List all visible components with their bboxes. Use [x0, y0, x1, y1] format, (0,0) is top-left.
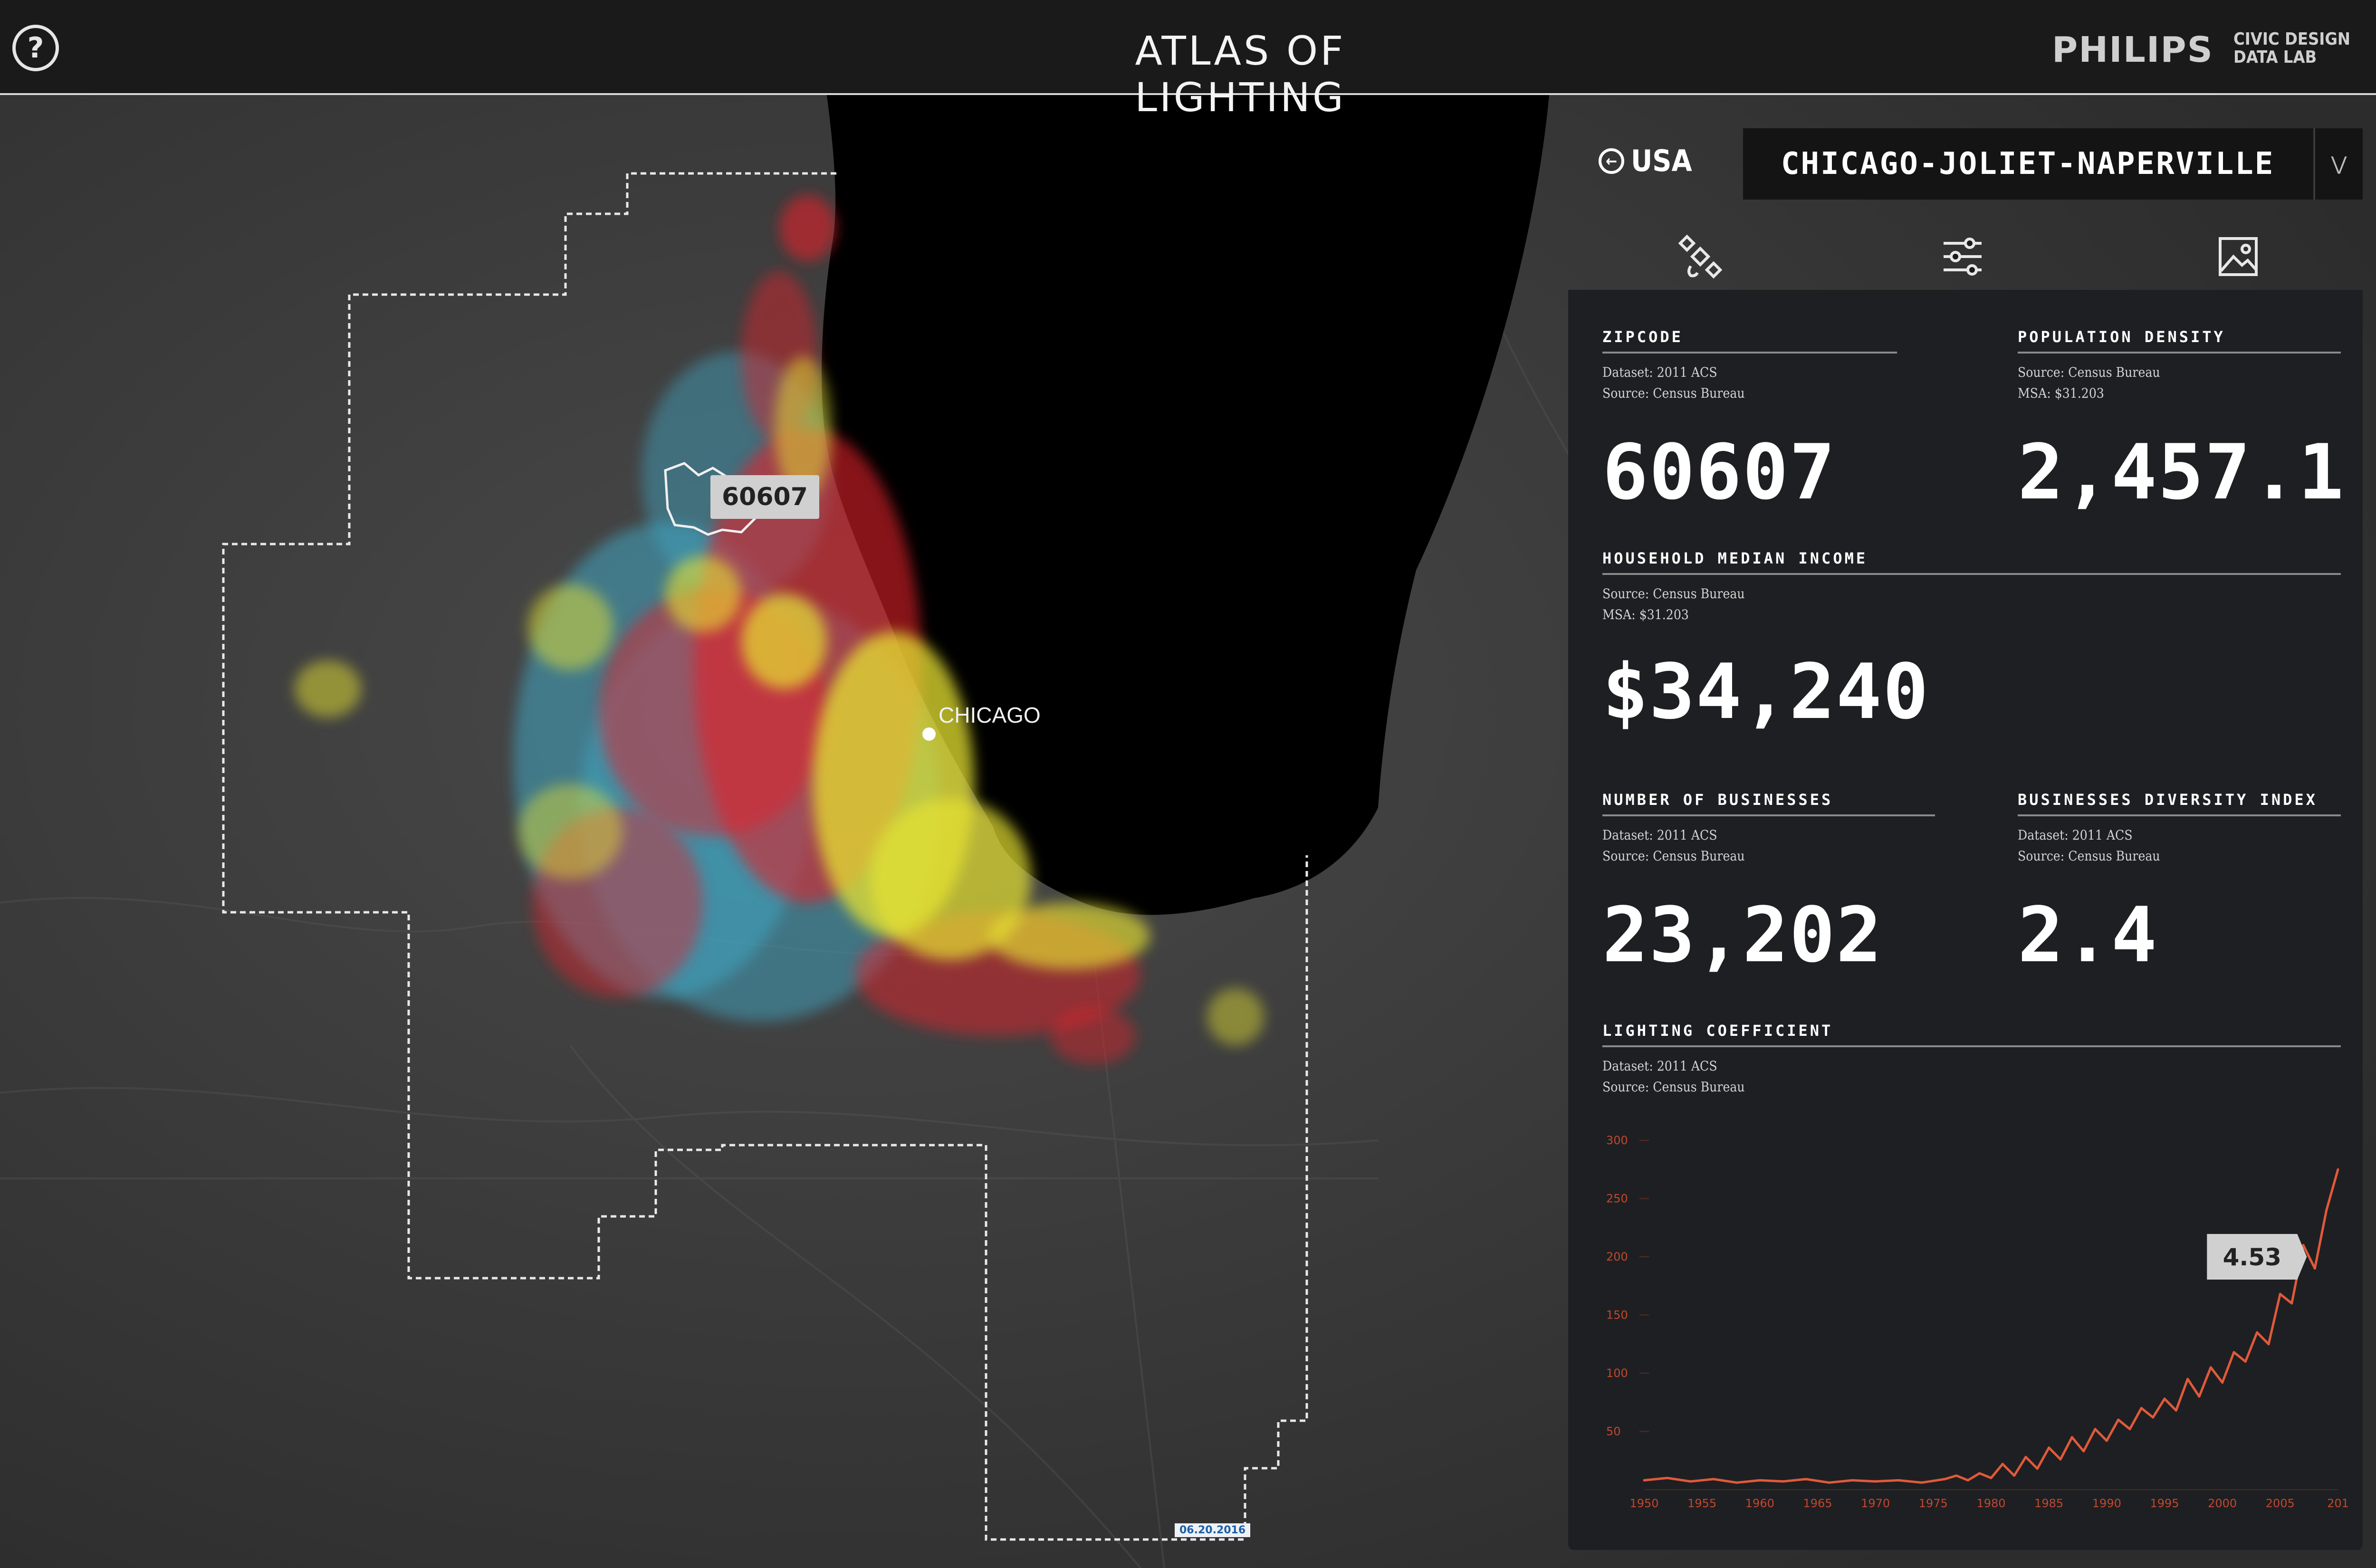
lighting-data-point: [1689, 1480, 1692, 1483]
back-arrow-icon: ←: [1599, 148, 1624, 174]
lighting-data-point: [2302, 1244, 2305, 1246]
lighting-data-point: [1805, 1478, 1808, 1481]
x-tick-label: 1955: [1687, 1497, 1716, 1510]
lighting-data-point: [2059, 1458, 2062, 1461]
lighting-data-point: [2313, 1267, 2316, 1270]
brand-logo: PHILIPS: [2052, 29, 2213, 70]
lighting-data-point: [1758, 1479, 1761, 1482]
lighting-data-point: [2232, 1351, 2235, 1354]
lighting-data-point: [1735, 1481, 1738, 1484]
y-tick-label: 100: [1606, 1367, 1628, 1380]
zipcode-map-callout[interactable]: 60607: [710, 475, 819, 519]
lighting-data-point: [1897, 1479, 1900, 1482]
help-icon: ?: [27, 31, 44, 65]
lighting-data-point: [1978, 1472, 1981, 1475]
lighting-data-point: [1920, 1481, 1923, 1484]
lighting-data-point: [2175, 1409, 2177, 1412]
lighting-data-point: [2221, 1381, 2224, 1384]
zipcode-callout-label: 60607: [722, 483, 808, 511]
back-to-usa-button[interactable]: ← USA: [1599, 143, 1692, 178]
lighting-data-point: [2094, 1428, 2097, 1431]
y-tick-label: 200: [1606, 1250, 1628, 1263]
app-title: ATLAS OF LIGHTING: [1135, 28, 1346, 121]
lighting-data-point: [2186, 1377, 2189, 1380]
lighting-data-point: [1966, 1479, 1969, 1482]
image-icon[interactable]: [2214, 233, 2262, 280]
lighting-data-point: [2244, 1360, 2247, 1363]
x-tick-label: 1960: [1745, 1497, 1774, 1510]
help-button[interactable]: ?: [12, 25, 59, 71]
panel-tabs: [1568, 219, 2363, 290]
lighting-data-point: [1666, 1477, 1669, 1479]
metro-area-name: CHICAGO-JOLIET-NAPERVILLE: [1781, 146, 2275, 182]
lighting-data-point: [2140, 1407, 2143, 1409]
x-tick-label: 1950: [1629, 1497, 1658, 1510]
x-tick-label: 1965: [1803, 1497, 1832, 1510]
lighting-data-point: [1643, 1479, 1646, 1482]
y-tick-label: 50: [1606, 1425, 1621, 1438]
city-label: CHICAGO: [939, 703, 1041, 727]
lighting-data-point: [2128, 1428, 2131, 1431]
lighting-data-point: [2337, 1168, 2339, 1171]
lighting-data-point: [2290, 1302, 2293, 1305]
lighting-data-point: [2024, 1455, 2027, 1458]
lighting-data-point: [2267, 1343, 2270, 1346]
chevron-down-icon[interactable]: ⋁: [2313, 128, 2363, 200]
partner-logo: CIVIC DESIGN DATA LAB: [2233, 30, 2366, 67]
lighting-data-point: [2105, 1439, 2108, 1442]
x-tick-label: 1995: [2150, 1497, 2179, 1510]
sliders-icon[interactable]: [1939, 233, 1986, 280]
callout-value: 4.53: [2223, 1243, 2281, 1271]
lighting-data-point: [1828, 1481, 1830, 1484]
y-tick-label: 300: [1606, 1134, 1628, 1147]
lighting-data-point: [2163, 1397, 2166, 1400]
lighting-chart[interactable]: 300 250 200 150 100 50 1950 1955 1960 1965 1970 197…: [1568, 290, 2363, 1550]
lighting-data-point: [1944, 1478, 1946, 1481]
lighting-data-point: [2001, 1463, 2004, 1465]
lighting-data-point: [2048, 1446, 2050, 1449]
lighting-data-point: [2013, 1474, 2016, 1477]
lighting-data-point: [2152, 1416, 2155, 1419]
x-tick-label: 201: [2327, 1497, 2349, 1510]
x-tick-label: 1975: [1919, 1497, 1948, 1510]
y-tick-label: 250: [1606, 1192, 1628, 1205]
lighting-data-point: [1712, 1478, 1715, 1481]
x-tick-label: 1980: [1976, 1497, 2005, 1510]
y-tick-label: 150: [1606, 1309, 1628, 1322]
x-tick-label: 1985: [2034, 1497, 2063, 1510]
lighting-data-point: [2325, 1209, 2328, 1212]
lighting-data-point: [1851, 1479, 1854, 1482]
lighting-data-point: [2279, 1292, 2281, 1295]
x-tick-label: 2005: [2266, 1497, 2295, 1510]
x-tick-label: 2000: [2208, 1497, 2237, 1510]
lighting-data-point: [1990, 1477, 1993, 1479]
lighting-data-point: [2209, 1366, 2212, 1369]
date-stamp: 06.20.2016: [1175, 1523, 1251, 1537]
satellite-icon[interactable]: [1677, 233, 1724, 280]
top-bar: ? ATLAS OF LIGHTING PHILIPS CIVIC DESIGN…: [0, 0, 2376, 121]
lighting-data-point: [1874, 1480, 1877, 1483]
lighting-data-point: [1955, 1474, 1958, 1477]
metro-area-select[interactable]: CHICAGO-JOLIET-NAPERVILLE ⋁: [1743, 128, 2363, 200]
lighting-data-point: [2082, 1450, 2085, 1453]
lighting-data-point: [1782, 1480, 1784, 1483]
lighting-data-point: [2070, 1436, 2073, 1439]
lighting-data-point: [2036, 1467, 2039, 1470]
partner-line2: DATA LAB: [2233, 48, 2317, 67]
lighting-data-point: [2256, 1331, 2259, 1334]
metrics-panel: ZIPCODE Dataset: 2011 ACS Source: Census…: [1568, 290, 2363, 1550]
lighting-data-point: [2117, 1418, 2120, 1421]
lighting-series-line: [1644, 1169, 2339, 1484]
x-tick-label: 1970: [1861, 1497, 1890, 1510]
lighting-data-point: [2198, 1395, 2201, 1398]
city-marker[interactable]: [922, 727, 936, 741]
x-tick-label: 1990: [2092, 1497, 2121, 1510]
partner-line1: CIVIC DESIGN: [2233, 29, 2351, 49]
region-header: ← USA CHICAGO-JOLIET-NAPERVILLE ⋁: [1568, 124, 2363, 201]
back-label: USA: [1631, 143, 1692, 178]
